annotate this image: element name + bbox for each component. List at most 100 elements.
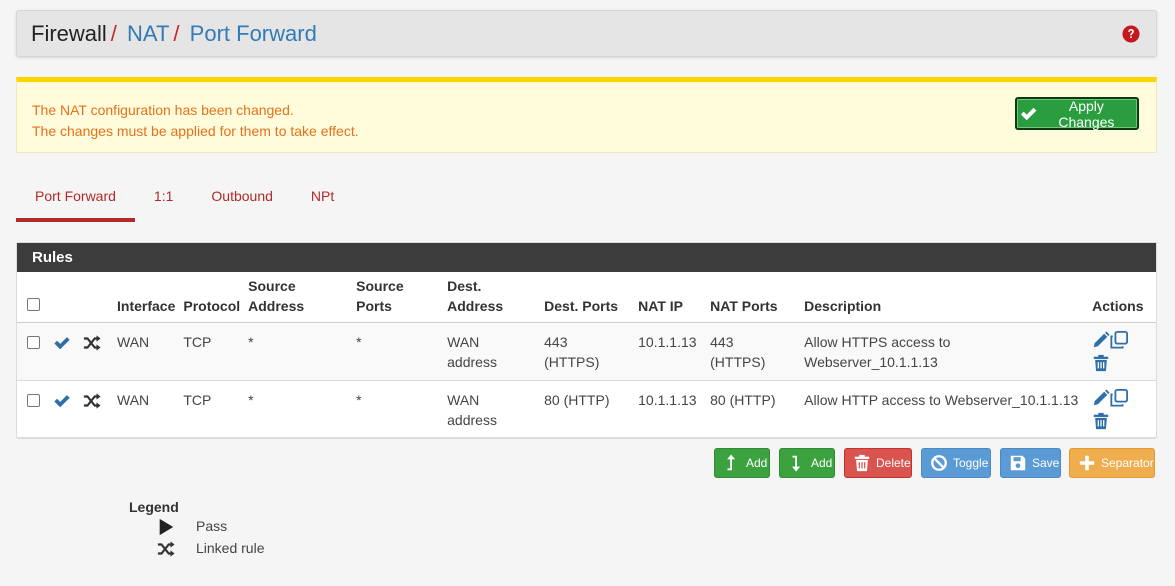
random-icon	[83, 393, 101, 409]
cell-description: Allow HTTPS access to Webserver_10.1.1.13	[800, 322, 1088, 380]
tab-port-forward[interactable]: Port Forward	[16, 180, 135, 222]
check-icon	[1020, 107, 1037, 120]
cell-source-address: *	[248, 391, 254, 408]
dest-address-line2: address	[447, 411, 497, 428]
trash-icon	[854, 454, 870, 472]
rules-panel: Rules Interface Protocol Source Address S…	[16, 242, 1157, 438]
cell-dest-address: WAN address	[443, 380, 540, 438]
ban-icon	[931, 455, 947, 471]
cell-interface: WAN	[117, 333, 150, 350]
col-description[interactable]: Description	[800, 272, 1088, 322]
col-source-ports-line2: Ports	[356, 297, 392, 314]
col-interface[interactable]: Interface	[113, 272, 179, 322]
tab-one-to-one[interactable]: 1:1	[135, 180, 192, 222]
random-icon	[157, 541, 175, 557]
table-header-row: Interface Protocol Source Address Source P…	[17, 272, 1156, 322]
clone-icon[interactable]	[1110, 388, 1129, 407]
cell-dest-address: WAN address	[443, 322, 540, 380]
cell-protocol: TCP	[183, 333, 212, 350]
separator-label: Separator	[1101, 456, 1154, 470]
breadcrumb-nat-link[interactable]: NAT	[127, 21, 169, 46]
row-actions	[1092, 330, 1132, 377]
col-source-address[interactable]: Source Address	[244, 272, 352, 322]
pencil-icon[interactable]	[1092, 388, 1110, 407]
col-source-address-line2: Address	[248, 297, 305, 314]
legend: Legend Pass Linked rule	[129, 499, 265, 557]
level-up-icon	[727, 454, 736, 471]
question-circle-icon[interactable]	[1122, 25, 1140, 43]
cell-dest-ports: 80 (HTTP)	[544, 391, 610, 408]
dest-address-line2: address	[447, 353, 497, 370]
cell-interface: WAN	[117, 391, 150, 408]
cell-protocol: TCP	[183, 391, 212, 408]
toggle-button[interactable]: Toggle	[921, 448, 991, 478]
breadcrumb-separator: /	[173, 21, 180, 46]
add-bottom-label: Add	[811, 456, 833, 470]
alert-line-2: The changes must be applied for them to …	[32, 123, 359, 139]
alert-message: The NAT configuration has been changed. …	[32, 100, 359, 142]
legend-linked-label: Linked rule	[196, 540, 265, 556]
col-source-ports-line1: Source	[356, 277, 404, 294]
cell-nat-ip: 10.1.1.13	[638, 333, 697, 350]
legend-pass-label: Pass	[196, 518, 228, 534]
panel-title: Rules	[17, 243, 1156, 272]
cell-nat-ports: 80 (HTTP)	[710, 391, 776, 408]
col-dest-address[interactable]: Dest. Address	[443, 272, 540, 322]
col-nat-ports[interactable]: NAT Ports	[706, 272, 800, 322]
apply-changes-label: Apply Changes	[1058, 97, 1115, 130]
cell-description: Allow HTTP access to Webserver_10.1.1.13	[804, 391, 1079, 408]
col-dest-address-line1: Dest.	[447, 277, 482, 294]
col-source-address-line1: Source	[248, 277, 296, 294]
nat-tabs: Port Forward 1:1 Outbound NPt	[16, 180, 353, 222]
add-top-button[interactable]: Add	[714, 448, 770, 478]
select-all-checkbox[interactable]	[27, 297, 40, 311]
col-protocol[interactable]: Protocol	[179, 272, 244, 322]
random-icon	[83, 335, 101, 351]
breadcrumb-firewall: Firewall	[31, 21, 107, 46]
save-button[interactable]: Save	[1000, 448, 1061, 478]
check-icon[interactable]	[53, 334, 71, 352]
col-nat-ip[interactable]: NAT IP	[634, 272, 706, 322]
nat-ports-line1: 443	[710, 333, 734, 350]
table-row[interactable]: WAN TCP * * WAN address 80 (HTTP) 10.1.1.…	[17, 380, 1156, 438]
nat-ports-line2: (HTTPS)	[710, 353, 766, 370]
row-checkbox[interactable]	[27, 393, 40, 407]
dest-ports-line2: (HTTPS)	[544, 353, 600, 370]
separator-button[interactable]: Separator	[1069, 448, 1155, 478]
col-source-ports[interactable]: Source Ports	[352, 272, 443, 322]
tab-outbound[interactable]: Outbound	[192, 180, 292, 222]
description-line1: Allow HTTPS access to	[804, 333, 951, 350]
cell-source-ports: *	[356, 333, 362, 350]
cell-actions	[1088, 322, 1156, 380]
legend-title: Legend	[129, 499, 179, 515]
cell-source-ports: *	[356, 391, 362, 408]
trash-icon[interactable]	[1092, 354, 1110, 372]
dest-address-line1: WAN	[447, 391, 480, 408]
table-row[interactable]: WAN TCP * * WAN address 443 (HTTPS) 10.1.1…	[17, 322, 1156, 380]
pencil-icon[interactable]	[1092, 330, 1110, 349]
delete-button[interactable]: Delete	[844, 448, 912, 478]
delete-label: Delete	[876, 456, 911, 470]
alert-line-1: The NAT configuration has been changed.	[32, 102, 294, 118]
check-icon[interactable]	[53, 392, 71, 410]
save-label: Save	[1032, 456, 1060, 470]
trash-icon[interactable]	[1092, 412, 1110, 430]
clone-icon[interactable]	[1110, 330, 1129, 349]
floppy-icon	[1010, 455, 1026, 471]
tab-npt[interactable]: NPt	[292, 180, 353, 222]
cell-nat-ports: 443 (HTTPS)	[706, 322, 800, 380]
page-header: Firewall / NAT / Port Forward	[16, 10, 1157, 57]
apply-changes-button[interactable]: Apply Changes	[1015, 97, 1139, 130]
add-bottom-button[interactable]: Add	[779, 448, 835, 478]
play-icon	[159, 518, 174, 536]
breadcrumb-port-forward-link[interactable]: Port Forward	[190, 21, 317, 46]
plus-icon	[1079, 455, 1095, 471]
row-checkbox[interactable]	[27, 335, 40, 349]
rules-table: Interface Protocol Source Address Source P…	[17, 272, 1156, 439]
cell-nat-ip: 10.1.1.13	[638, 391, 697, 408]
col-dest-ports[interactable]: Dest. Ports	[540, 272, 634, 322]
cell-source-address: *	[248, 333, 254, 350]
breadcrumb-separator: /	[110, 21, 117, 46]
col-actions: Actions	[1092, 297, 1144, 314]
level-down-icon	[792, 455, 801, 472]
